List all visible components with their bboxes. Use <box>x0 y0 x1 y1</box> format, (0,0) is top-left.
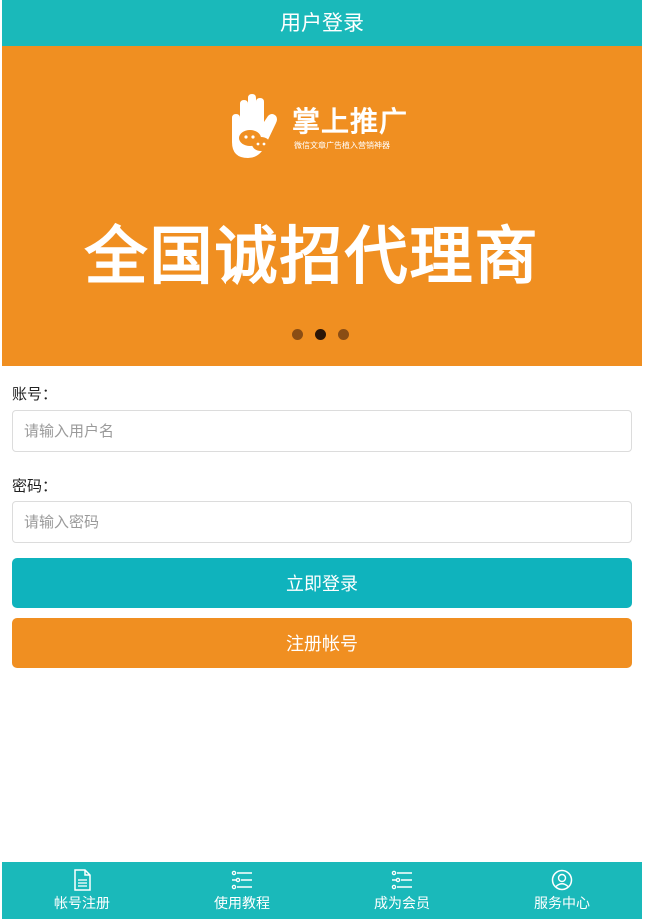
password-label: 密码： <box>12 477 58 495</box>
user-circle-icon <box>551 869 573 890</box>
carousel-indicators <box>292 329 349 340</box>
tab-label: 帐号注册 <box>54 895 110 912</box>
carousel-dot-active[interactable] <box>315 329 326 340</box>
register-button[interactable]: 注册帐号 <box>12 618 632 668</box>
tab-tutorial[interactable]: 使用教程 <box>162 862 322 919</box>
tab-account-register[interactable]: 帐号注册 <box>2 862 162 919</box>
tab-become-member[interactable]: 成为会员 <box>322 862 482 919</box>
banner-carousel[interactable]: 掌上推广 微信文章广告植入营销神器 全国诚招代理商 <box>2 46 642 366</box>
document-icon <box>74 868 91 891</box>
carousel-dot[interactable] <box>292 329 303 340</box>
login-button[interactable]: 立即登录 <box>12 558 632 608</box>
carousel-dot[interactable] <box>338 329 349 340</box>
tab-label: 服务中心 <box>534 895 590 912</box>
account-label: 账号： <box>12 385 58 403</box>
page-title: 用户登录 <box>280 11 364 35</box>
tab-label: 成为会员 <box>374 895 430 912</box>
page-header: 用户登录 <box>2 0 642 46</box>
logo-title: 掌上推广 <box>292 105 409 138</box>
banner-slogan: 全国诚招代理商 <box>84 220 540 293</box>
list-icon <box>391 870 412 889</box>
bottom-tabbar: 帐号注册 使用教程 成为会员 服务中心 <box>2 862 642 919</box>
list-icon <box>231 870 252 889</box>
tab-label: 使用教程 <box>214 895 270 912</box>
hand-logo-icon <box>232 94 277 158</box>
logo-subtitle: 微信文章广告植入营销神器 <box>294 141 390 150</box>
tab-service-center[interactable]: 服务中心 <box>482 862 642 919</box>
password-input[interactable] <box>12 501 632 543</box>
account-input[interactable] <box>12 410 632 452</box>
